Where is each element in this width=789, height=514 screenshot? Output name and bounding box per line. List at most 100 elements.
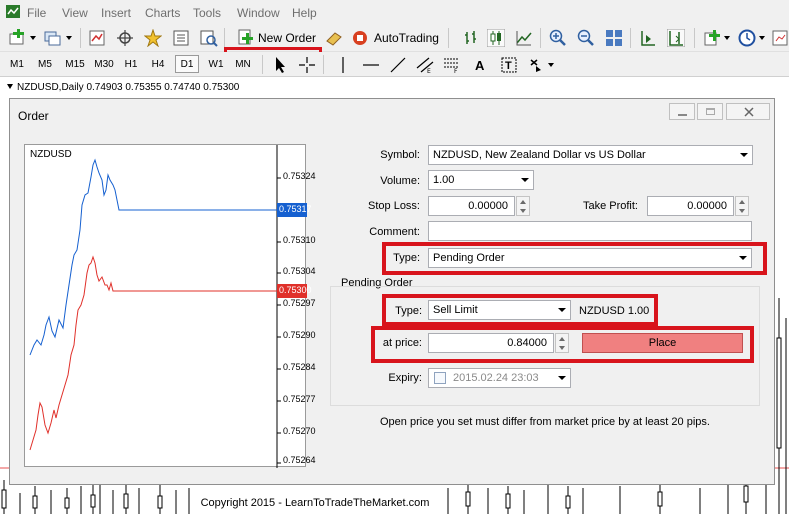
- price-label: 0.75297: [283, 298, 316, 308]
- new-chart-icon[interactable]: [8, 29, 26, 47]
- close-button[interactable]: [726, 103, 770, 120]
- stop-loss-label: Stop Loss:: [368, 200, 420, 212]
- menu-bar: File View Insert Charts Tools Window Hel…: [0, 0, 789, 24]
- minimize-icon: [678, 114, 687, 116]
- market-watch-icon[interactable]: [88, 29, 106, 47]
- tile-windows-icon[interactable]: [605, 29, 623, 47]
- pending-type-highlight: [382, 294, 658, 326]
- volume-value: 1.00: [433, 174, 455, 186]
- timeframe-w1-button[interactable]: W1: [205, 56, 227, 74]
- strategy-tester-icon[interactable]: [200, 29, 218, 47]
- favorites-star-icon[interactable]: [144, 29, 162, 47]
- crosshair-icon[interactable]: [298, 56, 316, 74]
- arrows-shapes-icon[interactable]: [528, 56, 546, 74]
- new-order-icon[interactable]: [236, 29, 254, 47]
- new-chart-dropdown-icon[interactable]: [30, 36, 36, 40]
- tick-chart: NZDUSD 0.75324 0.75317 0.75310 0.75304 0: [24, 144, 316, 468]
- svg-text:E: E: [427, 68, 431, 74]
- indicators-icon[interactable]: [703, 29, 721, 47]
- data-window-icon[interactable]: [172, 29, 190, 47]
- take-profit-stepper[interactable]: [735, 196, 749, 216]
- volume-label: Volume:: [380, 175, 420, 187]
- toolbar-separator: [224, 28, 225, 48]
- autotrading-icon[interactable]: [351, 29, 369, 47]
- profiles-dropdown-icon[interactable]: [66, 36, 72, 40]
- autoscroll-icon[interactable]: [667, 29, 685, 47]
- take-profit-label: Take Profit:: [582, 200, 638, 212]
- toolbar-separator: [540, 28, 541, 48]
- price-label: 0.75310: [283, 235, 316, 245]
- autotrading-button[interactable]: AutoTrading: [374, 31, 439, 45]
- svg-text:T: T: [505, 60, 512, 72]
- stop-loss-stepper[interactable]: [516, 196, 530, 216]
- toolbar-separator: [630, 28, 631, 48]
- menu-view[interactable]: View: [62, 6, 88, 20]
- menu-file[interactable]: File: [27, 6, 46, 20]
- terminal-app-icon: [6, 5, 20, 18]
- dialog-title: Order: [18, 109, 49, 123]
- menu-help[interactable]: Help: [292, 6, 317, 20]
- chevron-down-icon: [521, 178, 529, 182]
- maximize-button[interactable]: [697, 103, 723, 120]
- horizontal-line-icon[interactable]: [362, 56, 380, 74]
- fibonacci-icon[interactable]: F: [443, 56, 461, 74]
- symbol-select[interactable]: NZDUSD, New Zealand Dollar vs US Dollar: [428, 145, 753, 165]
- periods-dropdown-icon[interactable]: [759, 36, 765, 40]
- menu-window[interactable]: Window: [237, 6, 280, 20]
- comment-input[interactable]: [428, 221, 752, 241]
- maximize-icon: [706, 108, 715, 115]
- price-label: 0.75324: [283, 171, 316, 181]
- chart-header: NZDUSD,Daily 0.74903 0.75355 0.74740 0.7…: [0, 78, 789, 98]
- volume-select[interactable]: 1.00: [428, 170, 534, 190]
- line-chart-icon[interactable]: [515, 29, 533, 47]
- templates-icon[interactable]: [771, 29, 789, 47]
- menu-insert[interactable]: Insert: [101, 6, 131, 20]
- timeframe-m15-button[interactable]: M15: [61, 56, 89, 74]
- price-label: 0.75290: [283, 330, 316, 340]
- indicators-dropdown-icon[interactable]: [724, 36, 730, 40]
- expiry-checkbox[interactable]: [434, 372, 446, 384]
- timeframe-m30-button[interactable]: M30: [90, 56, 118, 74]
- candlestick-chart-icon[interactable]: [487, 29, 505, 47]
- expiry-label: Expiry:: [388, 372, 422, 384]
- toolbar-separator: [448, 28, 449, 48]
- toolbar-separator: [262, 55, 263, 74]
- close-icon: [744, 107, 754, 117]
- chart-menu-icon[interactable]: [7, 84, 13, 89]
- bar-chart-icon[interactable]: [462, 29, 480, 47]
- timeframe-mn-button[interactable]: MN: [231, 56, 255, 74]
- stop-loss-input[interactable]: 0.00000: [428, 196, 515, 216]
- expiry-value: 2015.02.24 23:03: [453, 372, 539, 384]
- shapes-dropdown-icon[interactable]: [548, 63, 554, 67]
- minimize-button[interactable]: [669, 103, 695, 120]
- new-order-button[interactable]: New Order: [258, 31, 316, 45]
- svg-text:F: F: [454, 68, 458, 74]
- take-profit-input[interactable]: 0.00000: [647, 196, 734, 216]
- text-box-icon[interactable]: T: [500, 56, 518, 74]
- cursor-arrow-icon[interactable]: [272, 56, 290, 74]
- text-label-icon[interactable]: A: [471, 56, 489, 74]
- menu-charts[interactable]: Charts: [145, 6, 180, 20]
- zoom-out-icon[interactable]: [577, 29, 595, 47]
- expert-advisor-icon[interactable]: [325, 29, 343, 47]
- timeframe-toolbar: M1 M5 M15 M30 H1 H4 D1 W1 MN E F A T: [0, 52, 789, 77]
- price-distance-note: Open price you set must differ from mark…: [380, 416, 710, 428]
- equidistant-channel-icon[interactable]: E: [416, 56, 434, 74]
- menu-tools[interactable]: Tools: [193, 6, 221, 20]
- profiles-icon[interactable]: [44, 29, 62, 47]
- timeframe-h4-button[interactable]: H4: [147, 56, 169, 74]
- trendline-icon[interactable]: [389, 56, 407, 74]
- timeframe-d1-button[interactable]: D1: [175, 55, 199, 73]
- timeframe-m5-button[interactable]: M5: [33, 56, 57, 74]
- crosshair-navigator-icon[interactable]: [116, 29, 134, 47]
- price-label: 0.75304: [283, 266, 316, 276]
- timeframe-m1-button[interactable]: M1: [5, 56, 29, 74]
- chevron-down-icon: [740, 153, 748, 157]
- periods-clock-icon[interactable]: [738, 29, 756, 47]
- zoom-in-icon[interactable]: [549, 29, 567, 47]
- svg-text:A: A: [475, 58, 485, 73]
- vertical-line-icon[interactable]: [334, 56, 352, 74]
- chart-shift-icon[interactable]: [639, 29, 657, 47]
- timeframe-h1-button[interactable]: H1: [120, 56, 142, 74]
- ask-price-tag: 0.75317: [277, 203, 312, 217]
